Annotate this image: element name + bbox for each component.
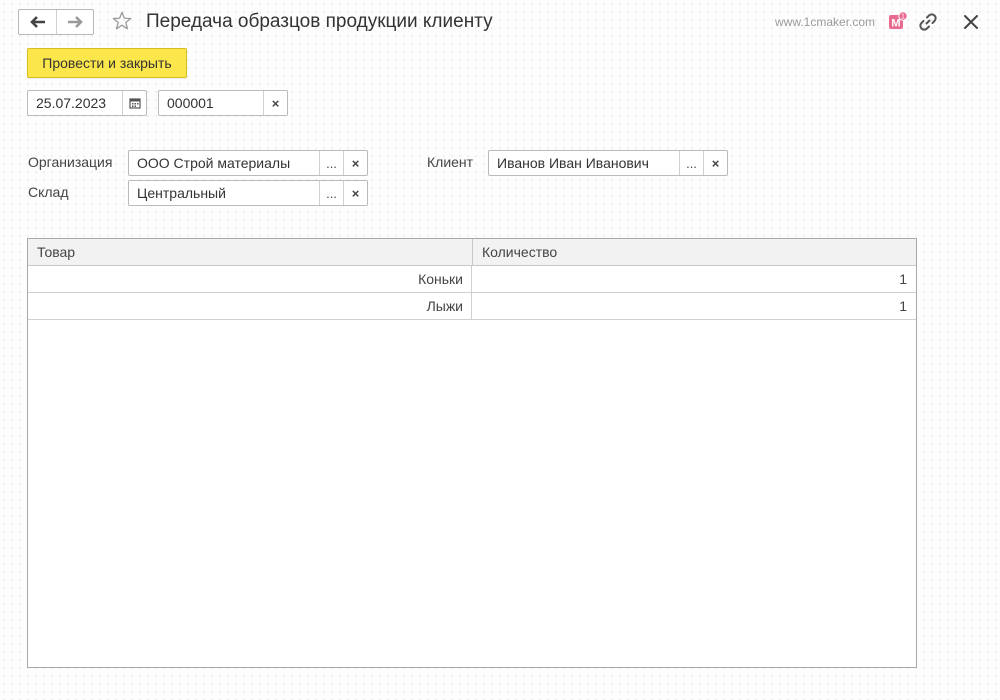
number-field[interactable]: 000001 × xyxy=(158,90,288,116)
post-and-close-button[interactable]: Провести и закрыть xyxy=(27,48,187,78)
clear-number-button[interactable]: × xyxy=(263,91,287,115)
warehouse-value[interactable]: Центральный xyxy=(129,181,319,205)
close-icon[interactable] xyxy=(960,11,982,33)
product-cell[interactable]: Лыжи xyxy=(28,293,472,319)
client-choose-button[interactable]: ... xyxy=(679,151,703,175)
calendar-icon xyxy=(128,98,141,109)
quantity-cell[interactable]: 1 xyxy=(472,266,916,292)
calendar-button[interactable] xyxy=(122,91,146,115)
arrow-left-icon xyxy=(29,16,45,28)
organization-choose-button[interactable]: ... xyxy=(319,151,343,175)
organization-label: Организация xyxy=(28,154,113,170)
favorite-star-icon[interactable] xyxy=(110,9,134,33)
client-value[interactable]: Иванов Иван Иванович xyxy=(489,151,679,175)
navigation-buttons xyxy=(18,9,94,35)
column-header-product[interactable]: Товар xyxy=(28,239,473,265)
column-header-quantity[interactable]: Количество xyxy=(473,239,916,265)
badge-count: 1 xyxy=(901,14,905,21)
arrow-right-icon xyxy=(68,16,83,28)
table-row[interactable]: Лыжи 1 xyxy=(28,293,916,320)
badge-letter: M xyxy=(891,18,900,30)
link-icon[interactable] xyxy=(917,11,939,33)
date-field[interactable]: 25.07.2023 xyxy=(27,90,147,116)
client-label: Клиент xyxy=(427,154,474,170)
organization-clear-button[interactable]: × xyxy=(343,151,367,175)
number-value[interactable]: 000001 xyxy=(159,91,263,115)
warehouse-field[interactable]: Центральный ... × xyxy=(128,180,368,206)
table-row[interactable]: Коньки 1 xyxy=(28,266,916,293)
page-title: Передача образцов продукции клиенту xyxy=(146,11,493,32)
date-value[interactable]: 25.07.2023 xyxy=(28,91,122,115)
notifications-icon[interactable]: M 1 xyxy=(888,11,908,31)
warehouse-clear-button[interactable]: × xyxy=(343,181,367,205)
quantity-cell[interactable]: 1 xyxy=(472,293,916,319)
table-header: Товар Количество xyxy=(28,239,916,266)
warehouse-choose-button[interactable]: ... xyxy=(319,181,343,205)
products-table[interactable]: Товар Количество Коньки 1 Лыжи 1 xyxy=(27,238,917,668)
organization-value[interactable]: ООО Строй материалы xyxy=(129,151,319,175)
organization-field[interactable]: ООО Строй материалы ... × xyxy=(128,150,368,176)
client-field[interactable]: Иванов Иван Иванович ... × xyxy=(488,150,728,176)
warehouse-label: Склад xyxy=(28,184,69,200)
site-link[interactable]: www.1cmaker.com xyxy=(775,14,875,30)
forward-button[interactable] xyxy=(56,10,93,34)
back-button[interactable] xyxy=(19,10,56,34)
product-cell[interactable]: Коньки xyxy=(28,266,472,292)
client-clear-button[interactable]: × xyxy=(703,151,727,175)
